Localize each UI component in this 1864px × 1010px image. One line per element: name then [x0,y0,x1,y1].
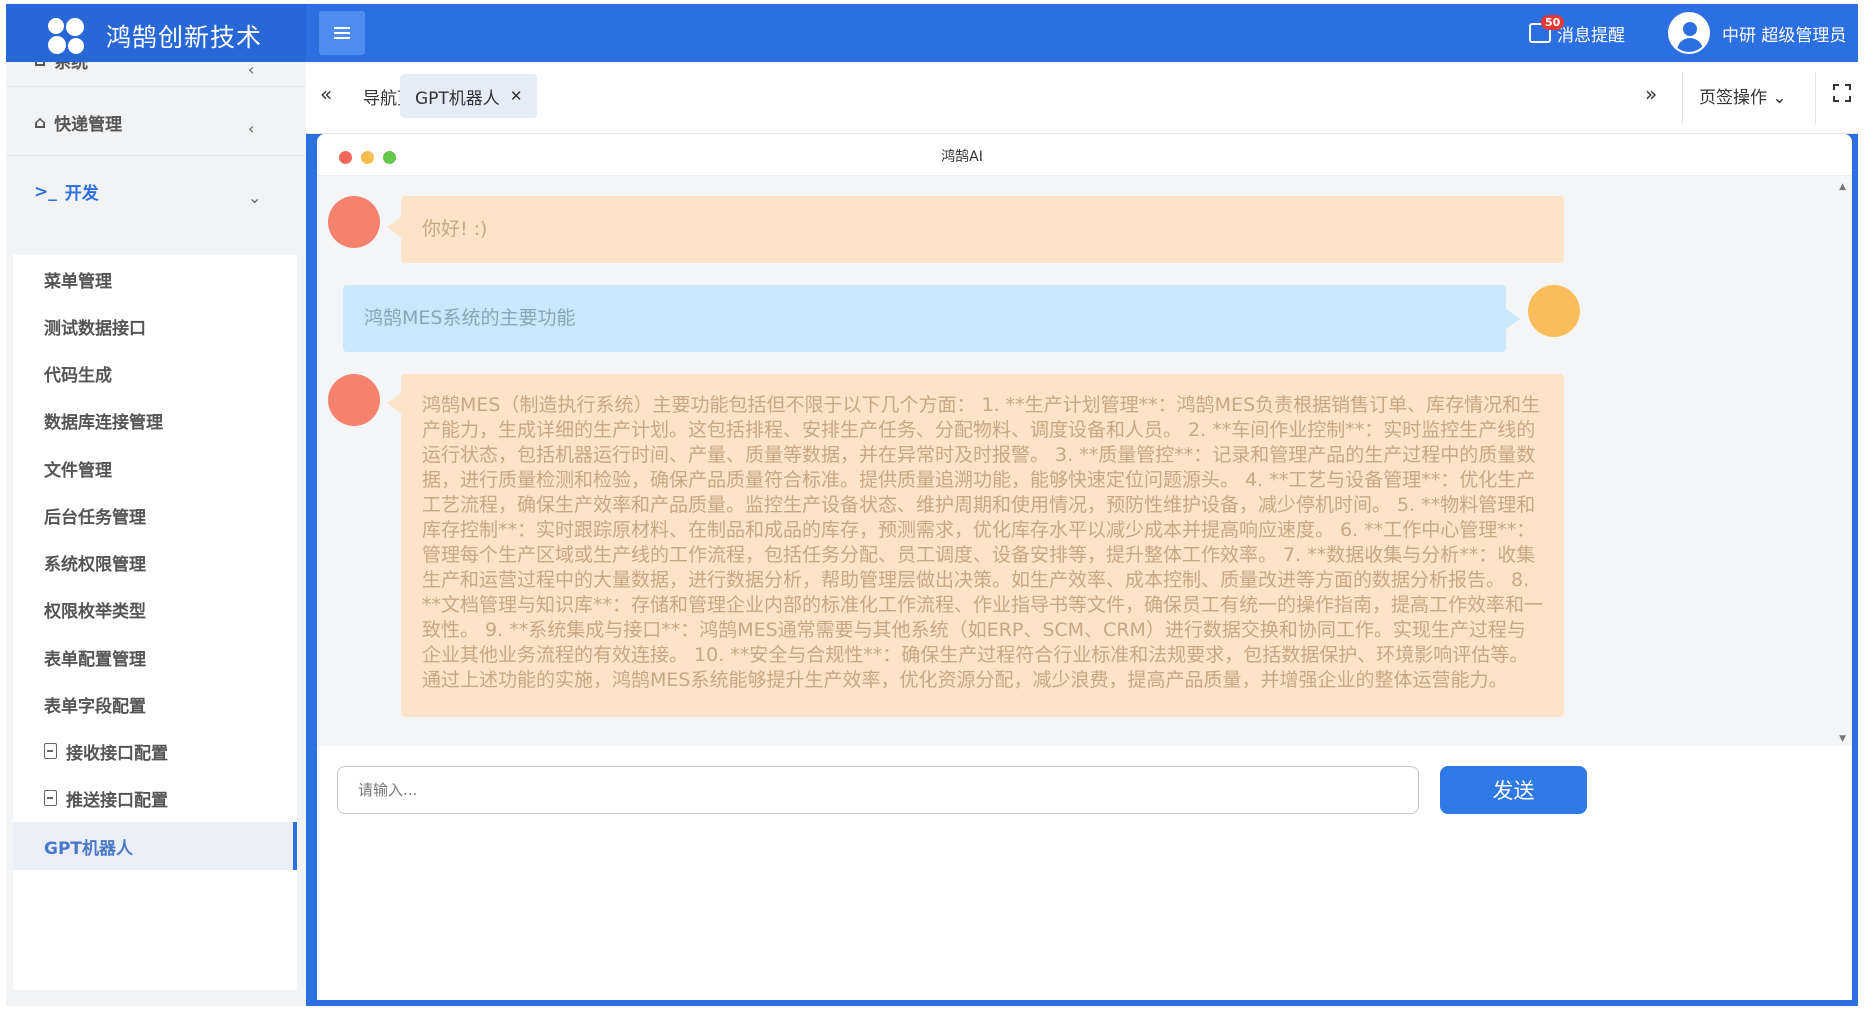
app-window: 鸿鹄创新技术 50 消息提醒 中研 超级管理员 ⌂ 系统 ‹ [0,0,1864,1010]
sidebar-item-test-data-api[interactable]: 测试数据接口 [13,302,297,350]
sidebar-item-menu-management[interactable]: 菜单管理 [13,255,297,303]
sidebar-item-push-api-config[interactable]: 推送接口配置 [13,774,297,822]
divider [1682,72,1683,124]
dev-submenu: 菜单管理 测试数据接口 代码生成 数据库连接管理 文件管理 后台任务管理 系统权… [13,255,297,990]
sidebar-group-express[interactable]: ⌂ 快递管理 ‹ [6,87,306,157]
chevron-left-icon: ‹ [248,119,255,138]
main-content: 鸿鹄AI ▲ 你好! :) 鸿鹄MES系统的主要功能 鸿鹄MES（制造执行系统）… [306,134,1858,1006]
message-bubble-user: 鸿鹄MES系统的主要功能 [343,285,1520,352]
terminal-icon: >_ [34,181,57,202]
bot-avatar [328,374,380,426]
bot-avatar [328,196,380,248]
user-name: 中研 超级管理员 [1722,25,1847,46]
message-icon: 50 [1529,15,1565,43]
tab-operations-dropdown[interactable]: 页签操作 ⌄ [1699,83,1787,108]
chevron-down-icon: ⌄ [1772,88,1787,108]
sidebar-group-label: 系统 [54,62,89,73]
sidebar-item-gpt-robot[interactable]: GPT机器人 [13,822,297,870]
home-icon: ⌂ [34,62,46,71]
chat-titlebar: 鸿鹄AI [317,134,1852,176]
brand-title: 鸿鹄创新技术 [106,23,263,52]
message-list[interactable]: ▲ 你好! :) 鸿鹄MES系统的主要功能 鸿鹄MES（制造执行系统）主要功能包… [317,176,1852,746]
document-icon [44,743,57,759]
composer: 发送 [317,746,1852,1000]
sidebar-item-form-field-config[interactable]: 表单字段配置 [13,680,297,728]
home-icon: ⌂ [34,112,47,133]
fullscreen-icon[interactable] [1833,84,1851,102]
scroll-tabs-right-icon[interactable]: » [1645,82,1657,106]
user-menu[interactable]: 中研 超级管理员 [1668,12,1846,54]
user-avatar-icon [1668,12,1710,54]
chevron-down-icon: ⌄ [248,188,262,207]
scroll-up-icon[interactable]: ▲ [1839,182,1846,192]
close-icon[interactable]: ✕ [510,87,523,105]
chevron-left-icon: ‹ [248,62,255,79]
message-input[interactable] [337,766,1419,814]
document-icon [44,790,57,806]
divider [1815,72,1816,124]
sidebar-group-dev[interactable]: >_ 开发 ⌄ [6,156,306,226]
brand: 鸿鹄创新技术 [6,4,306,62]
chat-title: 鸿鹄AI [941,149,983,165]
brand-logo-icon [46,16,86,56]
top-header: 鸿鹄创新技术 50 消息提醒 中研 超级管理员 [6,4,1858,62]
tabs-bar: « 导航页 ✕ GPT机器人 ✕ » 页签操作 ⌄ [306,62,1858,134]
divider [6,1006,1858,1010]
notification-badge: 50 [1541,15,1565,30]
sidebar-item-system-permissions[interactable]: 系统权限管理 [13,538,297,586]
sidebar-item-form-config[interactable]: 表单配置管理 [13,633,297,681]
notification-button[interactable]: 50 消息提醒 [1529,15,1625,49]
message-bubble-bot: 你好! :) [387,196,1564,263]
message-bubble-bot: 鸿鹄MES（制造执行系统）主要功能包括但不限于以下几个方面： 1. **生产计划… [387,374,1564,717]
scroll-down-icon[interactable]: ▼ [1839,734,1846,744]
menu-toggle-button[interactable] [319,11,365,55]
sidebar-item-code-generation[interactable]: 代码生成 [13,349,297,397]
sidebar: ⌂ 系统 ‹ ⌂ 快递管理 ‹ >_ 开发 ⌄ 菜单管理 测试数据接口 代码生成 [6,62,306,1006]
sidebar-item-receive-api-config[interactable]: 接收接口配置 [13,727,297,775]
user-avatar [1528,285,1580,337]
sidebar-group-label: 开发 [64,184,99,204]
sidebar-item-background-tasks[interactable]: 后台任务管理 [13,491,297,539]
tab-gpt-robot[interactable]: GPT机器人 ✕ [400,74,538,118]
hamburger-icon [334,26,350,40]
sidebar-item-db-connection[interactable]: 数据库连接管理 [13,396,297,444]
chat-window: 鸿鹄AI ▲ 你好! :) 鸿鹄MES系统的主要功能 鸿鹄MES（制造执行系统）… [317,134,1852,1000]
scroll-tabs-left-icon[interactable]: « [320,82,332,106]
sidebar-group-label: 快递管理 [54,115,123,135]
sidebar-item-file-management[interactable]: 文件管理 [13,444,297,492]
sidebar-item-permission-enum[interactable]: 权限枚举类型 [13,585,297,633]
notification-label: 消息提醒 [1557,25,1625,46]
send-button[interactable]: 发送 [1440,766,1587,814]
